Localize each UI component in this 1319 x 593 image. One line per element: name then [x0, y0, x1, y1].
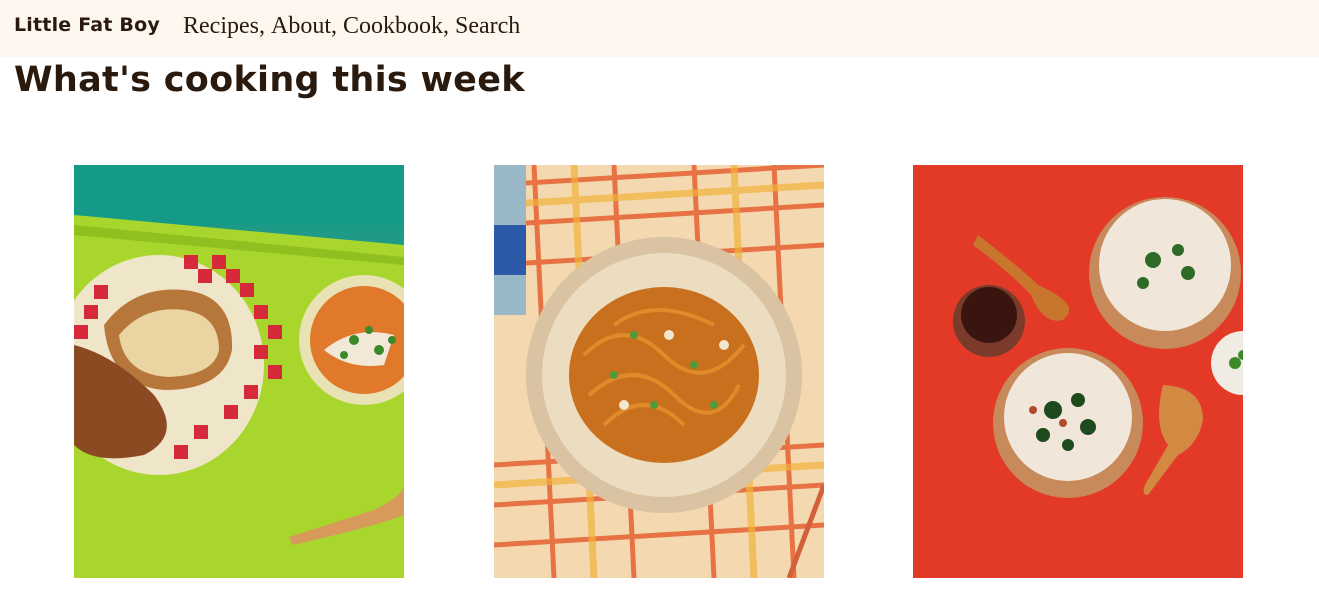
- main-nav: Recipes, About, Cookbook, Search: [183, 13, 520, 40]
- nav-link-cookbook[interactable]: Cookbook: [343, 13, 443, 39]
- page-title: What's cooking this week: [14, 60, 525, 100]
- nav-link-search[interactable]: Search: [455, 13, 520, 39]
- grilled-cheese-tomato-soup-photo: [74, 165, 404, 578]
- nav-separator: ,: [258, 13, 265, 39]
- recipe-card-grilled-cheese[interactable]: [74, 165, 404, 578]
- nav-separator: ,: [443, 13, 449, 39]
- nav-link-about[interactable]: About: [271, 13, 331, 39]
- brand-logo-link[interactable]: Little Fat Boy: [14, 14, 160, 36]
- recipe-card-noodles[interactable]: [494, 165, 824, 578]
- nav-link-recipes[interactable]: Recipes: [183, 13, 259, 39]
- congee-bowls-on-red-photo: [913, 165, 1243, 578]
- noodles-on-plaid-tablecloth-photo: [494, 165, 824, 578]
- top-nav-bar: Little Fat Boy Recipes, About, Cookbook, Se…: [0, 0, 1319, 57]
- nav-separator: ,: [330, 13, 337, 39]
- recipe-card-congee[interactable]: [913, 165, 1243, 578]
